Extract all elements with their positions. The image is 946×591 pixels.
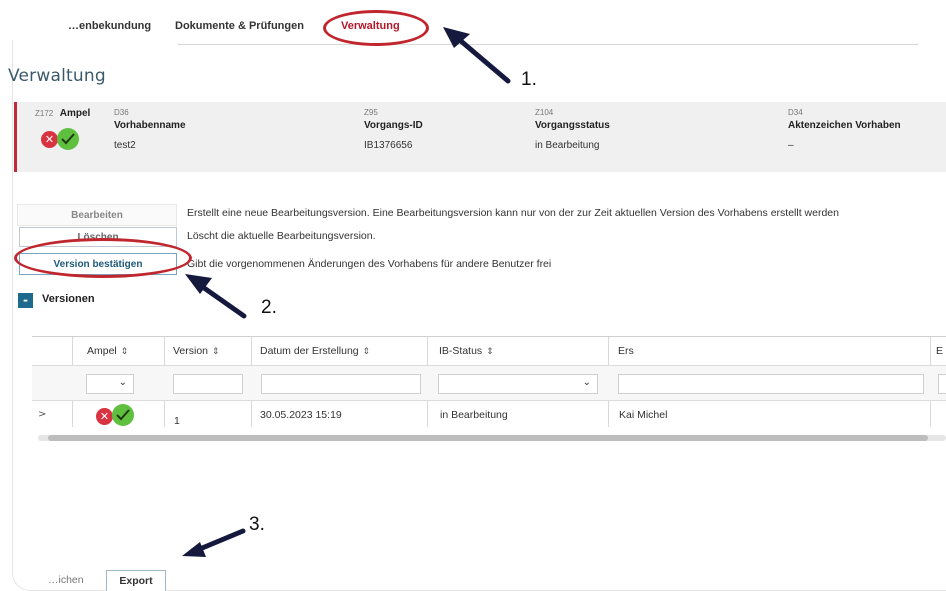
annotation-number-2: 2. [261,297,277,318]
arrow-annotation-icon [185,274,247,319]
annotation-number-1: 1. [521,69,537,90]
arrow-annotation-icon [443,27,511,84]
annotation-arrows [182,27,511,557]
arrow-annotation-icon [182,528,246,557]
annotation-number-3: 3. [249,514,265,535]
page: …enbekundung Dokumente & Prüfungen Verwa… [0,0,946,591]
